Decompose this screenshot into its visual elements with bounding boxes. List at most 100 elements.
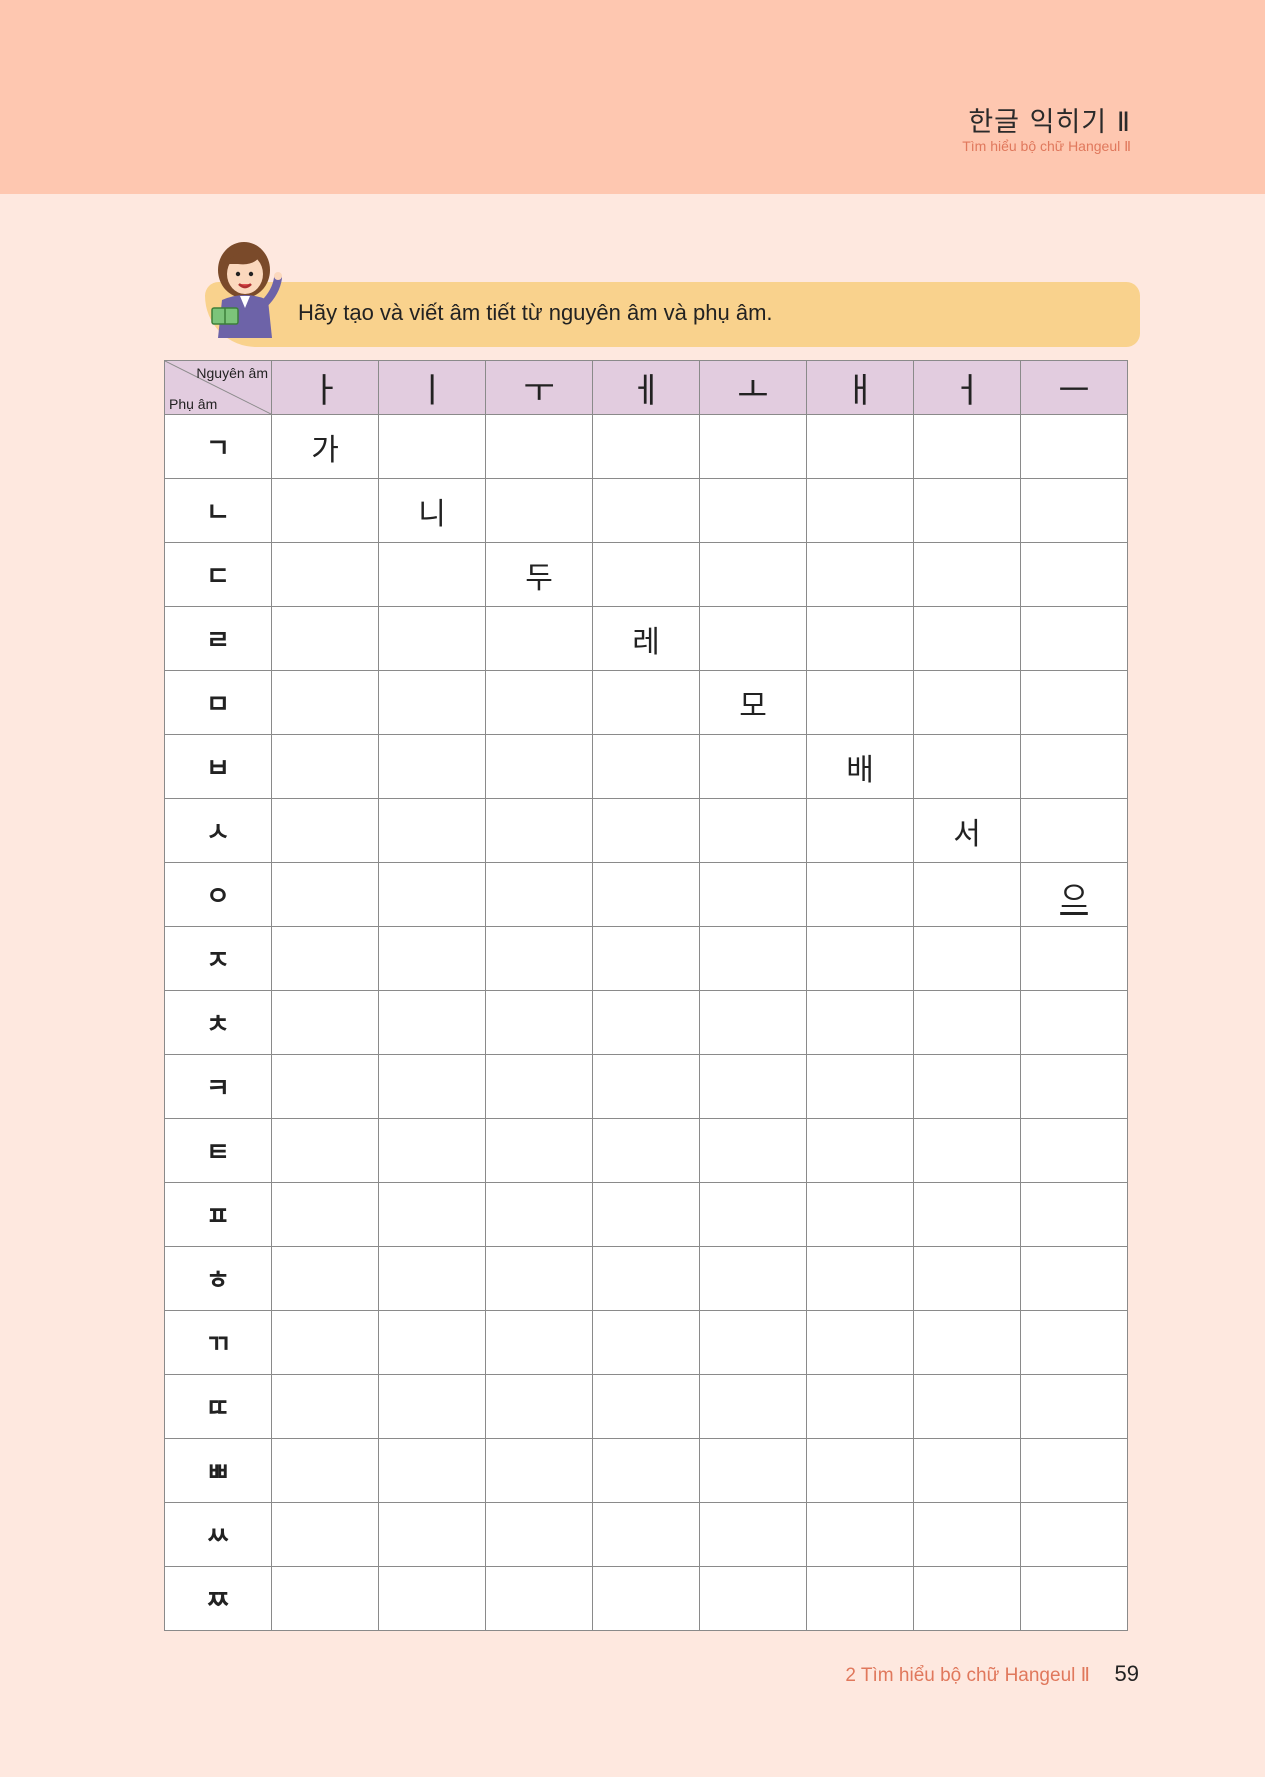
blank-cell <box>271 1054 379 1119</box>
blank-cell <box>485 1054 593 1119</box>
blank-cell <box>378 1246 486 1311</box>
table-row: ㅎ <box>164 1246 1128 1311</box>
blank-cell <box>806 478 914 543</box>
consonant-header: ㅃ <box>164 1438 272 1503</box>
example-syllable: 두 <box>485 542 593 607</box>
table-row: ㅉ <box>164 1566 1128 1631</box>
blank-cell <box>1020 414 1128 479</box>
blank-cell <box>485 606 593 671</box>
blank-cell <box>592 414 700 479</box>
blank-cell <box>913 1182 1021 1247</box>
blank-cell <box>1020 1566 1128 1631</box>
blank-cell <box>699 990 807 1055</box>
blank-cell <box>806 1438 914 1503</box>
consonant-header: ㅍ <box>164 1182 272 1247</box>
blank-cell <box>378 798 486 863</box>
blank-cell <box>1020 606 1128 671</box>
blank-cell <box>699 926 807 991</box>
blank-cell <box>592 1182 700 1247</box>
blank-cell <box>1020 1310 1128 1375</box>
blank-cell <box>592 862 700 927</box>
blank-cell <box>806 798 914 863</box>
table-row: ㄸ <box>164 1374 1128 1439</box>
table-row: ㅈ <box>164 926 1128 991</box>
blank-cell <box>806 990 914 1055</box>
blank-cell <box>271 1182 379 1247</box>
consonant-header: ㄴ <box>164 478 272 543</box>
blank-cell <box>271 862 379 927</box>
page-title: 한글 익히기 Ⅱ <box>968 107 1131 138</box>
consonant-header: ㄱ <box>164 414 272 479</box>
blank-cell <box>271 1374 379 1439</box>
blank-cell <box>699 1182 807 1247</box>
blank-cell <box>485 414 593 479</box>
table-corner-cell: Nguyên âm Phụ âm <box>164 360 272 415</box>
example-syllable: 니 <box>378 478 486 543</box>
blank-cell <box>592 1502 700 1567</box>
blank-cell <box>271 1566 379 1631</box>
syllable-table: Nguyên âm Phụ âm ㅏ ㅣ ㅜ ㅔ ㅗ ㅐ ㅓ ㅡ ㄱ가ㄴ니ㄷ두ㄹ… <box>164 360 1128 1631</box>
blank-cell <box>1020 1502 1128 1567</box>
blank-cell <box>485 1374 593 1439</box>
table-row: ㅁ모 <box>164 670 1128 735</box>
blank-cell <box>913 1310 1021 1375</box>
blank-cell <box>1020 478 1128 543</box>
blank-cell <box>592 1118 700 1183</box>
consonant-header: ㄹ <box>164 606 272 671</box>
table-row: ㅋ <box>164 1054 1128 1119</box>
table-row: ㅅ서 <box>164 798 1128 863</box>
blank-cell <box>378 926 486 991</box>
blank-cell <box>1020 1054 1128 1119</box>
teacher-illustration-icon <box>211 242 282 338</box>
blank-cell <box>806 926 914 991</box>
blank-cell <box>913 1374 1021 1439</box>
blank-cell <box>806 1246 914 1311</box>
blank-cell <box>1020 1438 1128 1503</box>
blank-cell <box>913 606 1021 671</box>
blank-cell <box>485 1438 593 1503</box>
blank-cell <box>271 670 379 735</box>
blank-cell <box>1020 542 1128 607</box>
blank-cell <box>271 990 379 1055</box>
blank-cell <box>699 1310 807 1375</box>
blank-cell <box>485 1118 593 1183</box>
consonant-header: ㅉ <box>164 1566 272 1631</box>
table-row: ㄷ두 <box>164 542 1128 607</box>
blank-cell <box>592 798 700 863</box>
blank-cell <box>271 734 379 799</box>
blank-cell <box>806 1118 914 1183</box>
blank-cell <box>485 990 593 1055</box>
blank-cell <box>592 478 700 543</box>
blank-cell <box>1020 990 1128 1055</box>
blank-cell <box>378 1054 486 1119</box>
blank-cell <box>699 798 807 863</box>
consonant-header: ㅌ <box>164 1118 272 1183</box>
blank-cell <box>378 1182 486 1247</box>
blank-cell <box>1020 798 1128 863</box>
blank-cell <box>378 1374 486 1439</box>
vowel-header: ㅜ <box>485 360 593 415</box>
consonant-header: ㅈ <box>164 926 272 991</box>
blank-cell <box>806 1502 914 1567</box>
consonant-header: ㄸ <box>164 1374 272 1439</box>
blank-cell <box>913 542 1021 607</box>
blank-cell <box>271 798 379 863</box>
blank-cell <box>1020 1246 1128 1311</box>
blank-cell <box>913 1502 1021 1567</box>
blank-cell <box>806 1374 914 1439</box>
blank-cell <box>592 1438 700 1503</box>
blank-cell <box>592 1310 700 1375</box>
blank-cell <box>1020 1182 1128 1247</box>
vowel-header: ㅓ <box>913 360 1021 415</box>
blank-cell <box>699 1118 807 1183</box>
blank-cell <box>913 1246 1021 1311</box>
example-syllable: 모 <box>699 670 807 735</box>
table-row: ㄴ니 <box>164 478 1128 543</box>
blank-cell <box>913 926 1021 991</box>
blank-cell <box>485 1246 593 1311</box>
blank-cell <box>271 1246 379 1311</box>
table-row: ㄹ레 <box>164 606 1128 671</box>
blank-cell <box>271 1502 379 1567</box>
vowel-header: ㅐ <box>806 360 914 415</box>
blank-cell <box>378 1566 486 1631</box>
